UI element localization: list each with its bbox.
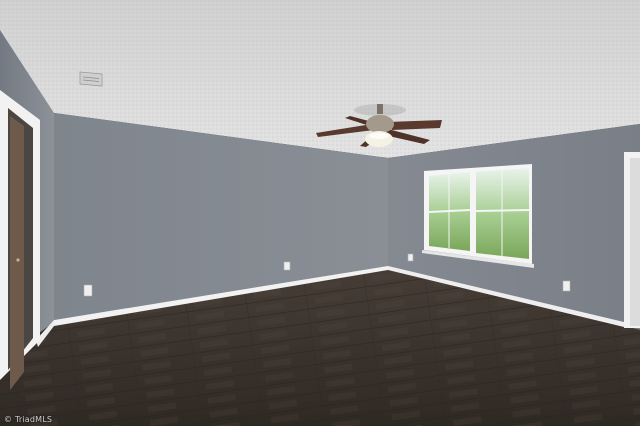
outlet-icon [407, 253, 414, 262]
window [422, 164, 534, 268]
empty-room-photo [0, 0, 640, 426]
outlet-icon [83, 284, 93, 297]
left-doorway [0, 90, 40, 390]
outlet-icon [562, 280, 571, 292]
air-vent-icon [79, 71, 103, 87]
outlet-icon [283, 261, 291, 271]
right-doorway [624, 152, 640, 328]
watermark: © TriadMLS [4, 415, 53, 424]
